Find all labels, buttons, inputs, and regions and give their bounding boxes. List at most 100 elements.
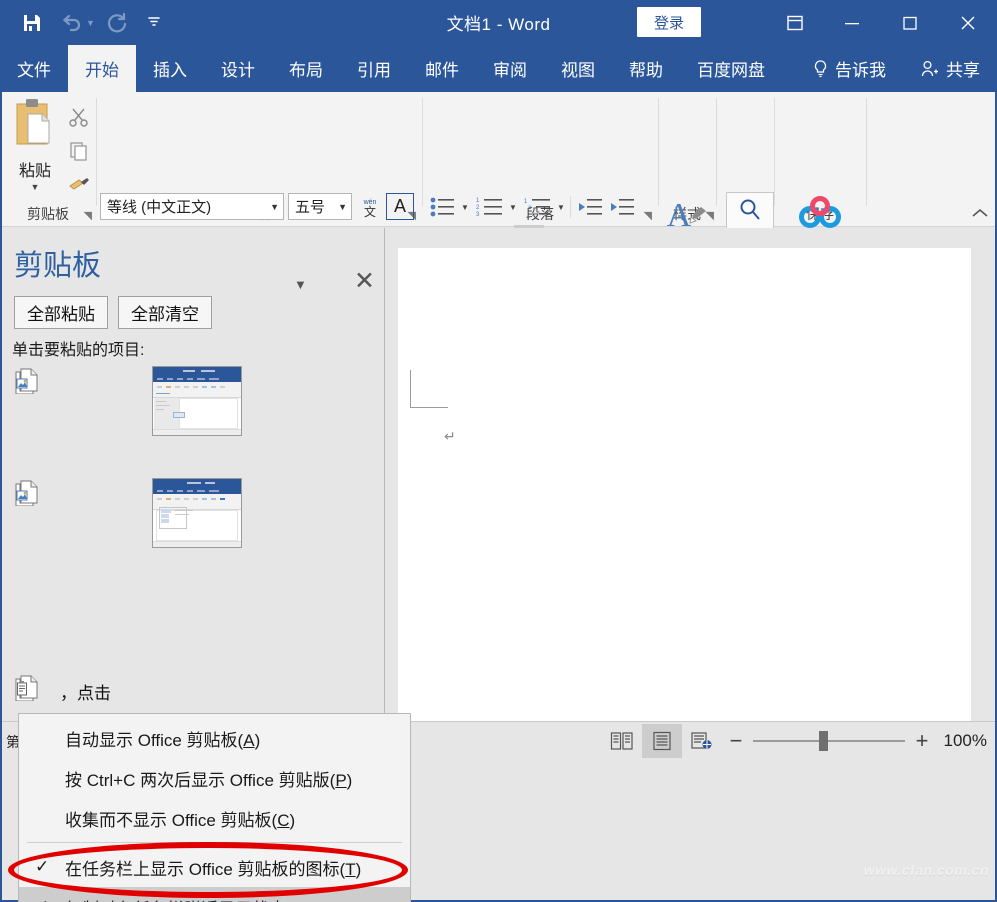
menu-item-collect-without-showing[interactable]: 收集而不显示 Office 剪贴板(C) <box>19 798 410 838</box>
tab-help[interactable]: 帮助 <box>612 45 680 92</box>
group-divider <box>866 98 867 206</box>
margin-marker <box>410 370 448 408</box>
search-icon <box>726 192 774 232</box>
paste-icon <box>13 98 57 155</box>
window-controls <box>767 0 997 45</box>
menu-item-label: 收集而不显示 Office 剪贴板(C) <box>65 806 295 831</box>
tab-baidu-netdisk[interactable]: 百度网盘 <box>680 45 782 92</box>
clipboard-item-text: ，点击 <box>60 679 111 704</box>
phonetic-guide-button[interactable]: wén文 <box>356 193 384 220</box>
maximize-button[interactable] <box>881 0 939 45</box>
clipboard-dialog-launcher[interactable]: ◥ <box>84 209 92 222</box>
read-mode-icon[interactable] <box>602 724 642 758</box>
bullets-dropdown-icon[interactable]: ▼ <box>458 198 472 216</box>
decrease-indent-button[interactable] <box>575 194 605 220</box>
close-button[interactable] <box>939 0 997 45</box>
tab-design[interactable]: 设计 <box>204 45 272 92</box>
char-border-button[interactable]: A <box>386 193 414 220</box>
chevron-down-icon[interactable]: ▼ <box>338 202 347 212</box>
sign-in-button[interactable]: 登录 <box>637 7 701 37</box>
collapse-ribbon-icon[interactable] <box>971 207 989 222</box>
font-name-combobox[interactable]: 等线 (中文正文) ▼ <box>100 193 284 220</box>
list-item-text[interactable]: ，点击 <box>0 673 385 713</box>
clear-all-button[interactable]: 全部清空 <box>118 296 212 329</box>
cut-button[interactable] <box>62 100 96 134</box>
format-painter-button[interactable] <box>62 168 96 202</box>
menu-item-ctrl-c-twice[interactable]: 按 Ctrl+C 两次后显示 Office 剪贴版(P) <box>19 758 410 798</box>
clipboard-hint-label: 单击要粘贴的项目: <box>12 336 144 360</box>
undo-dropdown-icon[interactable]: ▼ <box>86 18 95 28</box>
menu-item-auto-show[interactable]: 自动显示 Office 剪贴板(A) <box>19 718 410 758</box>
tell-me-label: 告诉我 <box>835 56 886 81</box>
paragraph-mark: ↵ <box>444 428 456 445</box>
paste-dropdown-icon[interactable]: ▼ <box>31 182 40 192</box>
menu-separator <box>27 842 402 843</box>
ribbon-group-clipboard: 粘贴 ▼ 剪贴板 ◥ <box>0 92 96 227</box>
paste-button[interactable]: 粘贴 ▼ <box>8 98 62 192</box>
group-divider <box>96 98 97 206</box>
document-page[interactable]: ↵ <box>398 248 971 721</box>
close-icon[interactable]: ✕ <box>354 269 375 294</box>
zoom-in-button[interactable]: + <box>913 730 931 752</box>
customize-qat-icon[interactable] <box>147 14 161 31</box>
document-area: ↵ <box>385 228 997 721</box>
undo-icon[interactable] <box>54 5 90 41</box>
image-item-icon <box>14 366 40 394</box>
menu-item-show-taskbar-icon[interactable]: ✓ 在任务栏上显示 Office 剪贴板的图标(T) <box>19 847 410 887</box>
paste-all-button[interactable]: 全部粘贴 <box>14 296 108 329</box>
save-icon[interactable] <box>14 5 50 41</box>
tab-home[interactable]: 开始 <box>68 45 136 92</box>
tab-layout[interactable]: 布局 <box>272 45 340 92</box>
multilevel-dropdown-icon[interactable]: ▼ <box>554 198 568 216</box>
redo-icon[interactable] <box>99 5 135 41</box>
clipboard-pane: 剪贴板 ▼ ✕ 全部粘贴 全部清空 单击要粘贴的项目: <box>0 228 385 721</box>
menu-item-show-status-near-taskbar[interactable]: ✓ 复制时在任务栏附近显示状态(S) <box>19 887 410 902</box>
copy-button[interactable] <box>62 134 96 168</box>
pane-options-chevron-icon[interactable]: ▼ <box>294 277 307 292</box>
increase-indent-button[interactable] <box>607 194 637 220</box>
tab-review[interactable]: 审阅 <box>476 45 544 92</box>
ribbon-display-options-icon[interactable] <box>767 0 823 45</box>
zoom-out-button[interactable]: − <box>727 730 745 752</box>
paragraph-dialog-launcher[interactable]: ◥ <box>644 209 652 222</box>
watermark: www.cfan.com.cn <box>864 862 989 878</box>
ribbon-group-label-clipboard: 剪贴板 <box>0 204 96 224</box>
group-divider <box>774 98 775 206</box>
zoom-slider-thumb[interactable] <box>819 731 828 751</box>
paragraph-divider <box>570 196 571 218</box>
web-layout-icon[interactable] <box>682 724 722 758</box>
numbering-button[interactable]: 123 <box>474 194 506 220</box>
share-button[interactable]: 共享 <box>903 45 997 92</box>
chevron-down-icon[interactable]: ▼ <box>270 202 279 212</box>
person-add-icon <box>920 59 940 78</box>
font-size-combobox[interactable]: 五号 ▼ <box>288 193 352 220</box>
title-bar: ▼ 文档1 - Word 登录 <box>0 0 997 45</box>
tab-view[interactable]: 视图 <box>544 45 612 92</box>
print-layout-icon[interactable] <box>642 724 682 758</box>
char-border-glyph: A <box>394 196 406 217</box>
word-window: ▼ 文档1 - Word 登录 文件 <box>0 0 997 902</box>
bullets-button[interactable] <box>428 194 458 220</box>
tell-me-button[interactable]: 告诉我 <box>795 45 903 92</box>
tab-mailings[interactable]: 邮件 <box>408 45 476 92</box>
minimize-button[interactable] <box>823 0 881 45</box>
word-screenshot-thumbnail <box>153 367 241 435</box>
svg-text:a: a <box>528 205 532 211</box>
svg-text:2: 2 <box>476 205 480 211</box>
clipboard-side-buttons <box>62 100 96 202</box>
zoom-level-label[interactable]: 100% <box>939 731 987 751</box>
tab-file[interactable]: 文件 <box>0 45 68 92</box>
group-divider <box>422 98 423 206</box>
tab-insert[interactable]: 插入 <box>136 45 204 92</box>
ribbon-tabs-right: 告诉我 共享 <box>795 45 997 92</box>
multilevel-list-button[interactable]: 1ai <box>522 194 554 220</box>
list-item[interactable] <box>0 366 385 452</box>
tab-references[interactable]: 引用 <box>340 45 408 92</box>
menu-item-label: 按 Ctrl+C 两次后显示 Office 剪贴版(P) <box>65 766 352 791</box>
list-item[interactable] <box>0 478 385 564</box>
font-name-value: 等线 (中文正文) <box>107 196 211 217</box>
numbering-dropdown-icon[interactable]: ▼ <box>506 198 520 216</box>
zoom-controls: − + 100% <box>727 722 987 760</box>
zoom-slider[interactable] <box>753 740 905 742</box>
ribbon: 粘贴 ▼ 剪贴板 ◥ 字体 ◥ 等线 (中文 <box>0 92 997 227</box>
